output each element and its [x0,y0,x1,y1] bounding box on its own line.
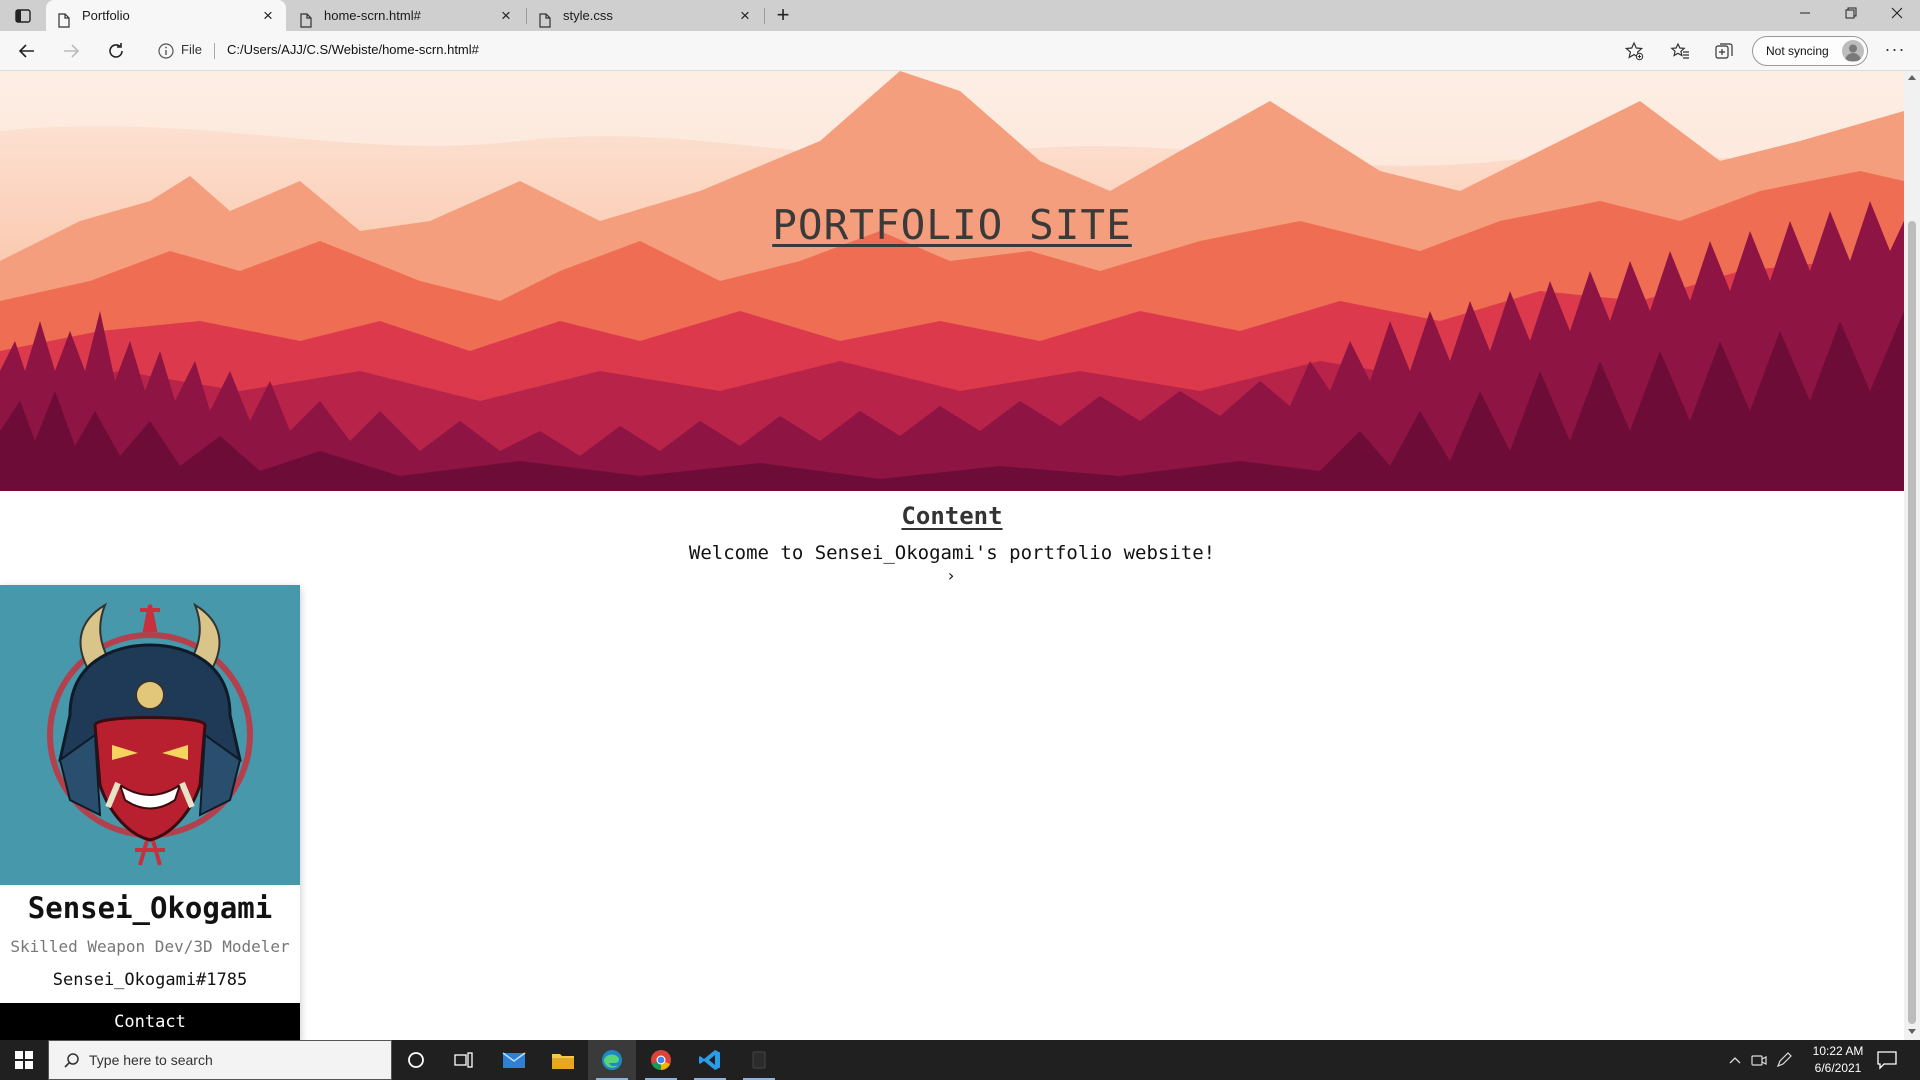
page-icon [300,8,312,28]
sync-status-label: Not syncing [1766,44,1829,58]
address-divider [214,43,215,59]
taskbar-search-input[interactable]: Type here to search [48,1040,392,1080]
hero-title-link[interactable]: PORTFOLIO SITE [0,201,1904,249]
settings-more-icon[interactable]: ··· [1880,36,1910,66]
minimize-button[interactable] [1782,0,1828,31]
browser-toolbar: File C:/Users/AJJ/C.S/Webiste/home-scrn.… [0,31,1920,71]
tab-title: Portfolio [82,8,130,23]
file-explorer-icon[interactable] [539,1040,587,1080]
close-tab-icon[interactable]: × [260,0,276,31]
app-icon[interactable] [735,1040,783,1080]
search-icon [63,1052,81,1070]
welcome-text: Welcome to Sensei_Okogami's portfolio we… [688,542,1216,564]
page-viewport: PORTFOLIO SITE Content Welcome to Sensei… [0,71,1904,1040]
cortana-icon[interactable] [392,1040,440,1080]
back-button[interactable] [12,36,42,66]
content-heading: Content [901,502,1003,530]
scroll-up-arrow-icon[interactable] [1908,75,1916,80]
address-scheme-label: File [181,42,202,57]
windows-start-icon[interactable] [0,1040,48,1080]
browser-tab-strip: Portfolio × home-scrn.html# × style.css … [0,0,1920,31]
taskbar-clock[interactable]: 10:22 AM 6/6/2021 [1803,1043,1873,1077]
mountain-landscape-image [0,71,1904,491]
tab-portfolio[interactable]: Portfolio × [46,0,286,31]
windows-taskbar: Type here to search 10:22 AM 6/6/2021 [0,1040,1920,1080]
restore-button[interactable] [1828,0,1874,31]
contact-button[interactable]: Contact [0,1003,300,1040]
profile-sync-button[interactable]: Not syncing [1752,36,1868,66]
search-placeholder: Type here to search [89,1052,213,1068]
forward-button[interactable] [56,36,86,66]
scroll-thumb[interactable] [1908,221,1916,1024]
close-tab-icon[interactable]: × [737,0,753,31]
address-url[interactable]: C:/Users/AJJ/C.S/Webiste/home-scrn.html# [227,42,479,57]
tab-separator [764,8,765,24]
scroll-down-arrow-icon[interactable] [1908,1029,1916,1034]
profile-discord-tag: Sensei_Okogami#1785 [52,970,248,990]
meet-now-icon[interactable] [1751,1052,1767,1068]
chevron-right-icon[interactable]: › [940,566,962,585]
clock-time: 10:22 AM [1812,1044,1864,1058]
clock-date: 6/6/2021 [1814,1061,1862,1075]
page-icon [58,8,70,28]
page-scrollbar[interactable] [1904,71,1920,1040]
profile-card: Sensei_Okogami Skilled Weapon Dev/3D Mod… [0,585,300,1040]
close-window-button[interactable] [1874,0,1920,31]
task-view-icon[interactable] [440,1040,488,1080]
tab-home-scrn[interactable]: home-scrn.html# × [288,0,524,31]
new-tab-button[interactable]: + [770,0,796,31]
profile-role: Skilled Weapon Dev/3D Modeler [10,937,290,956]
close-tab-icon[interactable]: × [498,0,514,31]
collections-icon[interactable] [1711,38,1737,64]
chrome-icon[interactable] [637,1040,685,1080]
hero-banner: PORTFOLIO SITE [0,71,1904,491]
add-favorite-icon[interactable] [1621,38,1647,64]
mail-icon[interactable] [490,1040,538,1080]
edge-icon[interactable] [588,1040,636,1080]
favorites-icon[interactable] [1667,38,1693,64]
tab-style-css[interactable]: style.css × [527,0,763,31]
avatar [1842,40,1864,62]
page-icon [539,8,551,28]
notification-center-icon[interactable] [1876,1050,1898,1070]
tab-title: style.css [563,8,613,23]
show-hidden-icons-icon[interactable] [1727,1052,1743,1068]
samurai-mask-logo [47,602,253,866]
refresh-button[interactable] [101,36,131,66]
tab-title: home-scrn.html# [324,8,421,23]
tab-actions-icon[interactable] [14,7,32,25]
profile-image [0,585,300,885]
vscode-icon[interactable] [686,1040,734,1080]
site-info-icon[interactable] [157,42,175,60]
pen-icon[interactable] [1776,1052,1792,1068]
profile-name: Sensei_Okogami [27,891,273,925]
